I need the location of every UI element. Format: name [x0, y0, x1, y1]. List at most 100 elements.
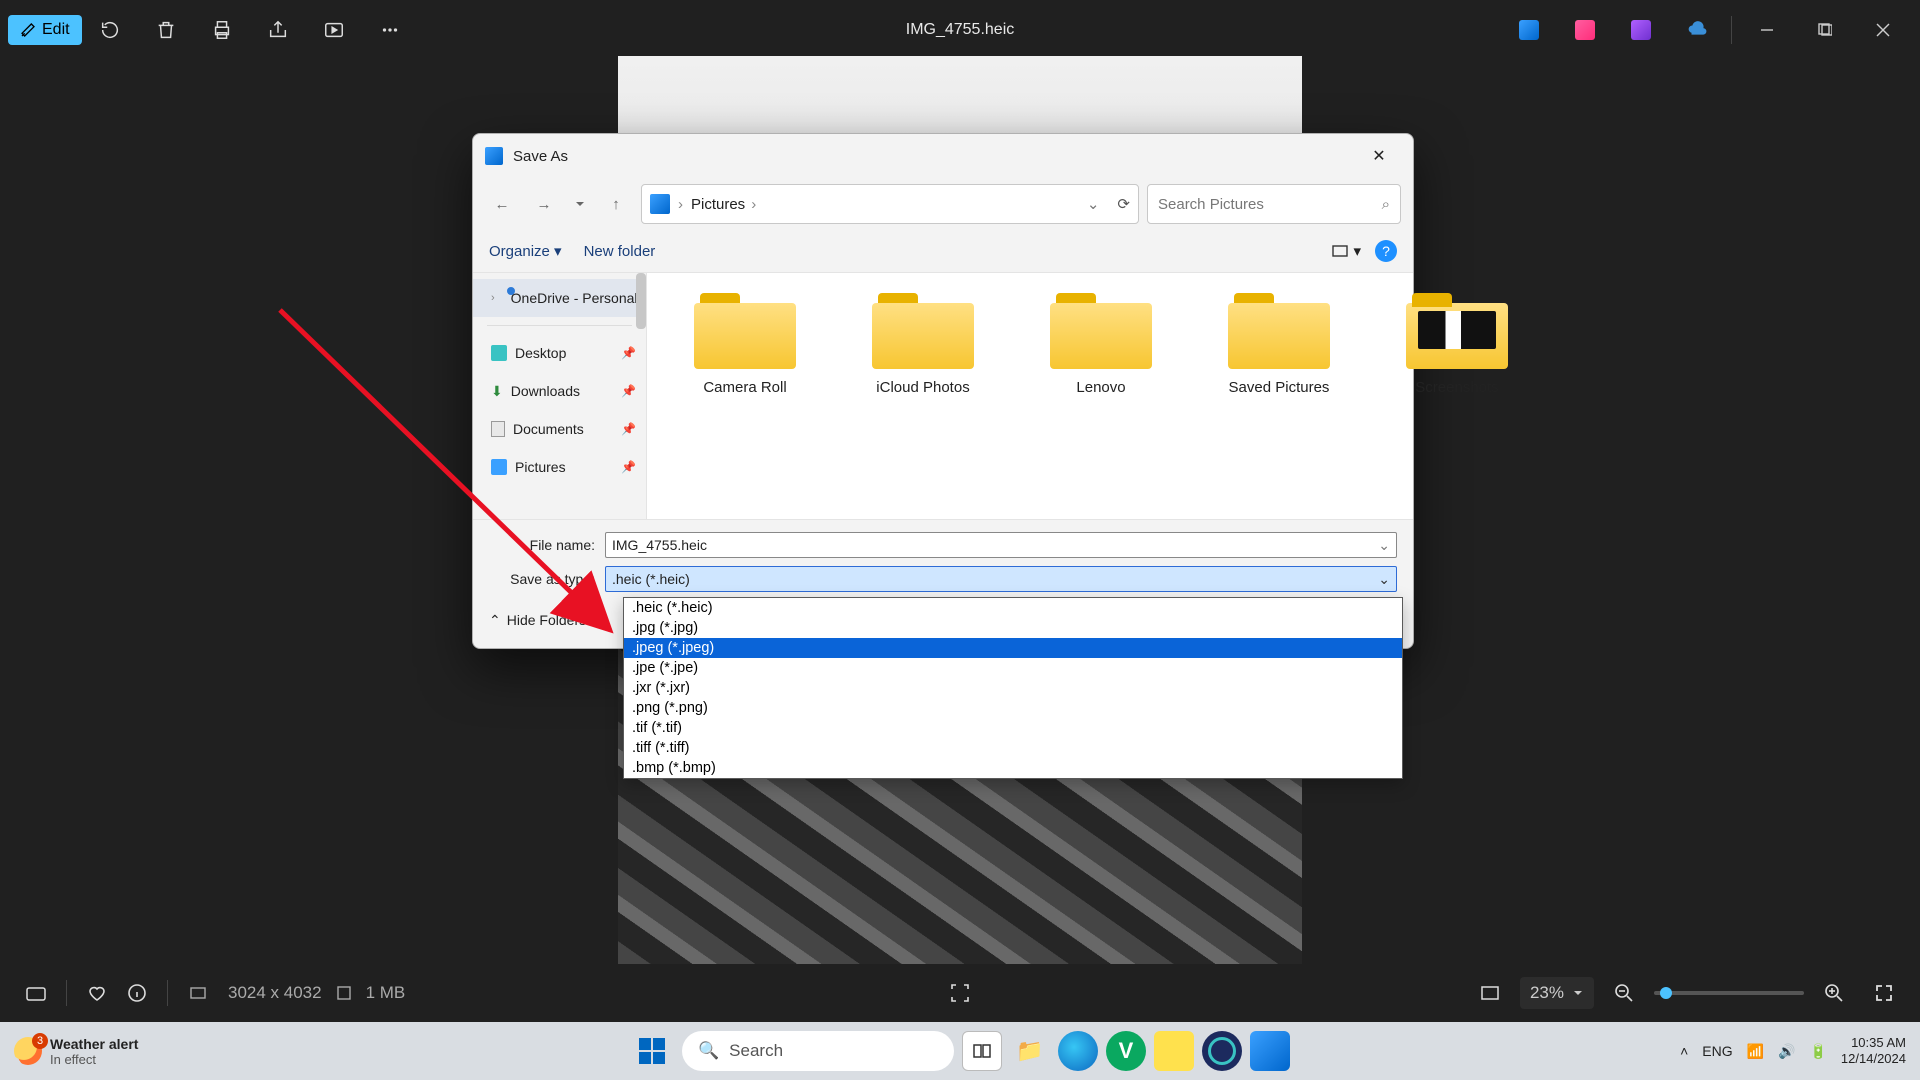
task-view-icon[interactable]: [962, 1031, 1002, 1071]
filetype-option[interactable]: .png (*.png): [624, 698, 1402, 718]
taskbar-app-icon[interactable]: [1202, 1031, 1242, 1071]
chevron-up-icon: ⌃: [489, 612, 501, 629]
refresh-icon[interactable]: ⟳: [1117, 195, 1130, 213]
minimize-button[interactable]: [1738, 10, 1796, 50]
sidebar-item-documents[interactable]: Documents📌: [473, 410, 646, 448]
location-icon: [650, 194, 670, 214]
pin-icon[interactable]: 📌: [621, 422, 636, 436]
taskbar-sticky-notes-icon[interactable]: [1154, 1031, 1194, 1071]
organize-menu[interactable]: Organize ▾: [489, 242, 562, 260]
filetype-dropdown[interactable]: .heic (*.heic) .jpg (*.jpg) .jpeg (*.jpe…: [623, 597, 1403, 779]
folder-grid: Camera Roll iCloud Photos Lenovo Saved P…: [647, 273, 1555, 519]
documents-icon: [491, 421, 505, 437]
filename-input[interactable]: IMG_4755.heic⌄: [605, 532, 1397, 558]
print-icon[interactable]: [194, 0, 250, 60]
view-mode-icon[interactable]: ▾: [1331, 242, 1361, 260]
dialog-titlebar[interactable]: Save As ✕: [473, 134, 1413, 178]
zoom-slider[interactable]: [1654, 991, 1804, 995]
slideshow-icon[interactable]: [306, 0, 362, 60]
rotate-icon[interactable]: [82, 0, 138, 60]
pin-icon[interactable]: 📌: [621, 384, 636, 398]
maximize-button[interactable]: [1796, 10, 1854, 50]
filename-label: File name:: [489, 537, 605, 553]
image-dimensions: 3024 x 4032: [228, 983, 322, 1003]
weather-icon: 3: [14, 1037, 42, 1065]
fullscreen-icon[interactable]: [1864, 982, 1904, 1004]
filetype-option[interactable]: .heic (*.heic): [624, 598, 1402, 618]
taskbar-weather[interactable]: 3 Weather alert In effect: [0, 1036, 152, 1067]
taskbar: 3 Weather alert In effect 🔍 Search 📁 V ˄…: [0, 1022, 1920, 1080]
downloads-icon: ⬇: [491, 383, 503, 400]
photos-titlebar: Edit IMG_4755.heic: [0, 0, 1920, 60]
zoom-level[interactable]: 23%: [1520, 977, 1594, 1009]
edit-label: Edit: [42, 21, 70, 39]
nav-back-icon[interactable]: ←: [485, 187, 519, 221]
tray-wifi-icon[interactable]: 📶: [1747, 1043, 1764, 1060]
filesize-icon: [332, 985, 356, 1001]
folder-item[interactable]: Saved Pictures: [1209, 293, 1349, 499]
status-bar: 3024 x 4032 1 MB 23%: [0, 964, 1920, 1022]
cloud-sync-icon[interactable]: [1669, 0, 1725, 60]
sidebar-item-desktop[interactable]: Desktop📌: [473, 334, 646, 372]
nav-recent-icon[interactable]: [569, 187, 591, 221]
sidebar-scrollbar[interactable]: [636, 273, 646, 329]
nav-up-icon[interactable]: ↑: [599, 187, 633, 221]
edit-button[interactable]: Edit: [8, 15, 82, 45]
folder-item[interactable]: iCloud Photos: [853, 293, 993, 499]
window-title: IMG_4755.heic: [906, 21, 1015, 39]
help-icon[interactable]: ?: [1375, 240, 1397, 262]
taskbar-photos-icon[interactable]: [1250, 1031, 1290, 1071]
tray-volume-icon[interactable]: 🔊: [1778, 1043, 1795, 1060]
filetype-option[interactable]: .tif (*.tif): [624, 718, 1402, 738]
save-as-dialog: Save As ✕ ← → ↑ › Pictures› ⌄ ⟳ Search P…: [472, 133, 1414, 649]
zoom-in-icon[interactable]: [1814, 983, 1854, 1003]
favorite-icon[interactable]: [77, 982, 117, 1004]
pin-icon[interactable]: 📌: [621, 346, 636, 360]
address-bar[interactable]: › Pictures› ⌄ ⟳: [641, 184, 1139, 224]
new-folder-button[interactable]: New folder: [584, 243, 656, 260]
photos-app-icon[interactable]: [1501, 0, 1557, 60]
filetype-select[interactable]: .heic (*.heic)⌄: [605, 566, 1397, 592]
sidebar-item-downloads[interactable]: ⬇Downloads📌: [473, 372, 646, 410]
filetype-option[interactable]: .bmp (*.bmp): [624, 758, 1402, 778]
sidebar-item-onedrive[interactable]: › OneDrive - Personal: [473, 279, 646, 317]
more-icon[interactable]: [362, 0, 418, 60]
share-icon[interactable]: [250, 0, 306, 60]
tray-chevron-icon[interactable]: ˄: [1680, 1043, 1688, 1059]
designer-icon[interactable]: [1613, 0, 1669, 60]
filetype-option[interactable]: .jpe (*.jpe): [624, 658, 1402, 678]
start-button[interactable]: [630, 1029, 674, 1073]
taskbar-explorer-icon[interactable]: 📁: [1010, 1031, 1050, 1071]
search-input[interactable]: Search Pictures ⌕: [1147, 184, 1401, 224]
clipchamp-icon[interactable]: [1557, 0, 1613, 60]
folder-item[interactable]: Screenshots: [1387, 293, 1527, 499]
hide-folders-toggle[interactable]: ⌃ Hide Folders: [489, 612, 586, 629]
info-icon[interactable]: [117, 982, 157, 1004]
scan-icon[interactable]: [940, 981, 980, 1005]
zoom-out-icon[interactable]: [1604, 983, 1644, 1003]
filetype-option[interactable]: .jpg (*.jpg): [624, 618, 1402, 638]
filetype-option[interactable]: .jpeg (*.jpeg): [624, 638, 1402, 658]
search-icon: 🔍: [698, 1041, 719, 1061]
app-icon: [485, 147, 503, 165]
filmstrip-icon[interactable]: [16, 982, 56, 1004]
nav-forward-icon[interactable]: →: [527, 187, 561, 221]
tray-clock[interactable]: 10:35 AM 12/14/2024: [1841, 1035, 1906, 1068]
folder-item[interactable]: Camera Roll: [675, 293, 815, 499]
filetype-option[interactable]: .tiff (*.tiff): [624, 738, 1402, 758]
actual-size-icon[interactable]: [1470, 982, 1510, 1004]
filetype-option[interactable]: .jxr (*.jxr): [624, 678, 1402, 698]
folder-item[interactable]: Lenovo: [1031, 293, 1171, 499]
taskbar-app-icon[interactable]: V: [1106, 1031, 1146, 1071]
sidebar-item-pictures[interactable]: Pictures📌: [473, 448, 646, 486]
tray-language[interactable]: ENG: [1702, 1043, 1732, 1059]
tray-battery-icon[interactable]: 🔋: [1809, 1043, 1826, 1060]
close-button[interactable]: [1854, 10, 1912, 50]
delete-icon[interactable]: [138, 0, 194, 60]
breadcrumb-pictures[interactable]: Pictures›: [691, 196, 756, 213]
dialog-nav: ← → ↑ › Pictures› ⌄ ⟳ Search Pictures ⌕: [473, 178, 1413, 230]
taskbar-edge-icon[interactable]: [1058, 1031, 1098, 1071]
dialog-close-button[interactable]: ✕: [1357, 140, 1401, 172]
taskbar-search[interactable]: 🔍 Search: [682, 1031, 954, 1071]
pin-icon[interactable]: 📌: [621, 460, 636, 474]
